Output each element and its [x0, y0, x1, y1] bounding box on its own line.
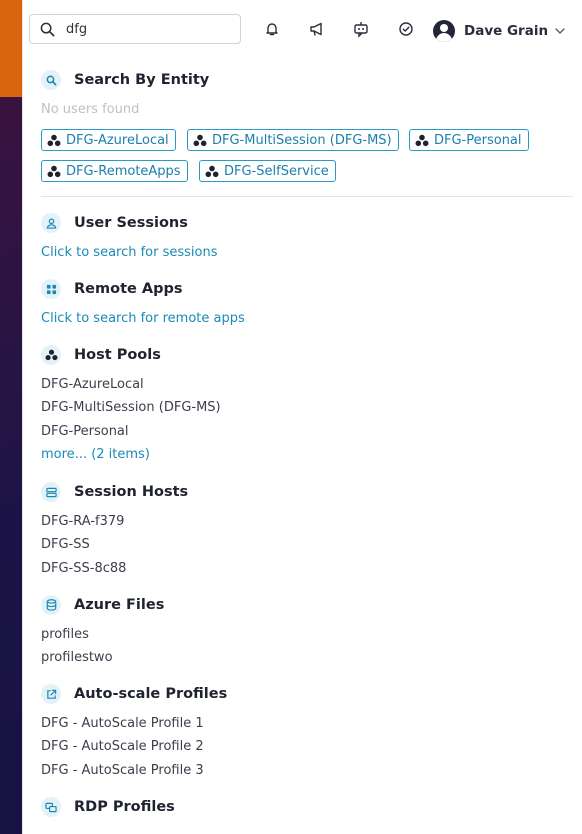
autoscale-profile-item[interactable]: DFG - AutoScale Profile 1 [41, 716, 204, 731]
autoscale-profile-item[interactable]: DFG - AutoScale Profile 3 [41, 763, 204, 778]
user-menu[interactable]: Dave Grain [433, 19, 566, 43]
azure-file-item[interactable]: profilestwo [41, 650, 113, 665]
search-remote-apps-link[interactable]: Click to search for remote apps [41, 311, 245, 326]
section-rdp-profiles: RDP Profiles [41, 797, 175, 817]
host-pools-more-link[interactable]: more... (2 items) [41, 447, 150, 462]
external-link-icon [41, 684, 61, 704]
entity-chip[interactable]: DFG-SelfService [199, 160, 336, 182]
azure-file-item[interactable]: profiles [41, 627, 89, 642]
entity-chip[interactable]: DFG-RemoteApps [41, 160, 188, 182]
section-host-pools: Host Pools [41, 345, 161, 365]
session-host-item[interactable]: DFG-SS-8c88 [41, 561, 126, 576]
search-results-panel: Dave Grain Search By Entity No users fou… [22, 0, 582, 834]
server-icon [41, 482, 61, 502]
host-pool-icon [47, 134, 61, 146]
section-title: Search By Entity [74, 72, 210, 88]
search-sessions-link[interactable]: Click to search for sessions [41, 245, 218, 260]
user-icon [41, 213, 61, 233]
apps-grid-icon [41, 279, 61, 299]
host-pool-icon [41, 345, 61, 365]
section-remote-apps: Remote Apps [41, 279, 183, 299]
rdp-profile-icon [41, 797, 61, 817]
section-session-hosts: Session Hosts [41, 482, 188, 502]
section-title: Auto-scale Profiles [74, 686, 228, 702]
search-icon [40, 22, 55, 37]
section-title: Azure Files [74, 597, 165, 613]
host-pool-item[interactable]: DFG-AzureLocal [41, 377, 144, 392]
host-pool-icon [193, 134, 207, 146]
section-title: Host Pools [74, 347, 161, 363]
section-title: Remote Apps [74, 281, 183, 297]
chevron-down-icon [555, 28, 565, 34]
section-user-sessions: User Sessions [41, 213, 188, 233]
avatar [433, 20, 455, 42]
entity-chip[interactable]: DFG-AzureLocal [41, 129, 176, 151]
host-pool-icon [47, 165, 61, 177]
divider [41, 196, 573, 197]
database-icon [41, 595, 61, 615]
host-pool-icon [415, 134, 429, 146]
host-pool-item[interactable]: DFG-Personal [41, 424, 129, 439]
section-azure-files: Azure Files [41, 595, 164, 615]
entity-chip[interactable]: DFG-Personal [409, 129, 529, 151]
search-box[interactable] [29, 14, 241, 44]
host-pool-icon [205, 165, 219, 177]
section-title: User Sessions [74, 215, 188, 231]
entity-chip[interactable]: DFG-MultiSession (DFG-MS) [187, 129, 399, 151]
no-users-text: No users found [41, 102, 140, 117]
top-bar: Dave Grain [23, 0, 582, 62]
bell-icon[interactable] [263, 20, 281, 38]
user-name: Dave Grain [464, 23, 549, 39]
section-search-by-entity: Search By Entity [41, 70, 209, 90]
section-title: RDP Profiles [74, 799, 175, 815]
autoscale-profile-item[interactable]: DFG - AutoScale Profile 2 [41, 739, 204, 754]
search-input[interactable] [66, 19, 231, 39]
host-pool-item[interactable]: DFG-MultiSession (DFG-MS) [41, 400, 221, 415]
check-circle-icon[interactable] [397, 20, 415, 38]
section-autoscale-profiles: Auto-scale Profiles [41, 684, 227, 704]
session-host-item[interactable]: DFG-SS [41, 537, 90, 552]
search-icon [41, 70, 61, 90]
megaphone-icon[interactable] [308, 20, 326, 38]
chat-support-icon[interactable] [352, 20, 370, 38]
session-host-item[interactable]: DFG-RA-f379 [41, 514, 124, 529]
section-title: Session Hosts [74, 484, 189, 500]
